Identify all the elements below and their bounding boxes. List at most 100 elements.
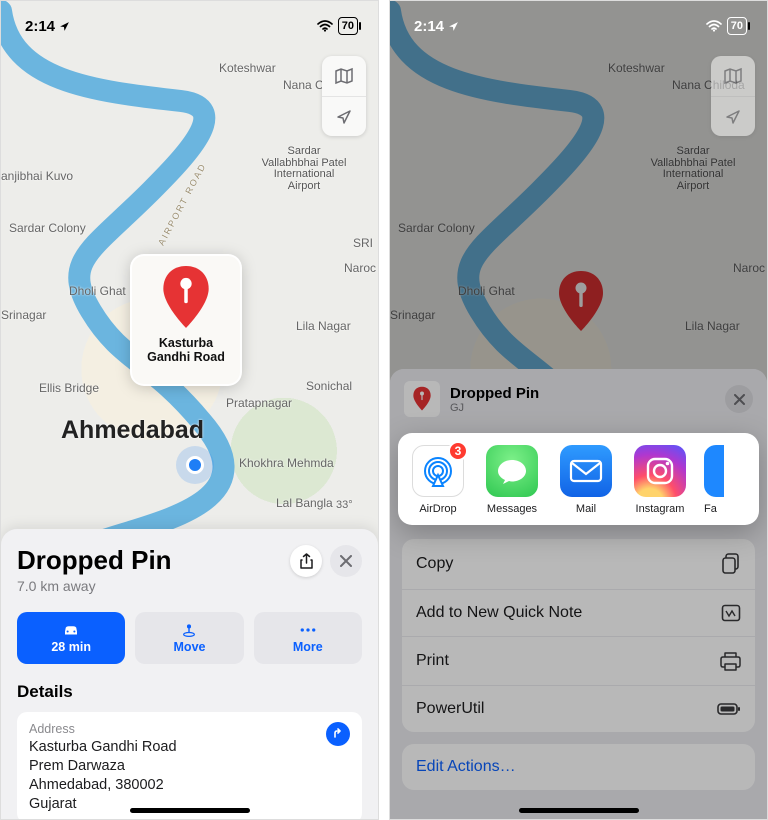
share-app-row[interactable]: 3 AirDrop Messages Mail [398, 433, 759, 525]
town-naroc: Naroc [344, 261, 376, 275]
quick-note-icon [721, 604, 741, 622]
map-mode-button[interactable] [711, 56, 755, 96]
app-label: Mail [576, 503, 596, 515]
share-sheet[interactable]: Dropped Pin GJ 3 AirDrop [390, 369, 767, 819]
app-label: AirDrop [419, 503, 456, 515]
print-icon [720, 651, 741, 671]
place-header: Dropped Pin 7.0 km away [17, 545, 362, 594]
wifi-icon [317, 20, 333, 32]
battery-icon [717, 702, 741, 716]
share-action-list: Copy Add to New Quick Note Print PowerUt… [402, 539, 755, 732]
more-label: More [293, 640, 323, 654]
share-app-instagram[interactable]: Instagram [630, 445, 690, 515]
car-icon [62, 622, 80, 638]
screenshot-pair: Ahmedabad Sardar Vallabhbhai Patel Inter… [0, 0, 768, 820]
pin-icon [555, 269, 607, 335]
share-close-button[interactable] [725, 385, 753, 413]
more-icon [299, 622, 317, 638]
share-thumbnail [404, 381, 440, 417]
share-app-partial[interactable]: Fa [704, 445, 724, 515]
town-lila: Lila Nagar [296, 319, 351, 333]
directions-inline-button[interactable] [326, 722, 350, 746]
address-text: Kasturba Gandhi Road Prem Darwaza Ahmeda… [29, 738, 177, 813]
action-label: Copy [416, 555, 453, 573]
action-powerutil[interactable]: PowerUtil [402, 685, 755, 732]
map-controls [711, 56, 755, 136]
edit-actions-button[interactable]: Edit Actions… [402, 744, 755, 790]
location-arrow-icon [724, 108, 742, 126]
move-pin-button[interactable]: Move [135, 612, 243, 664]
pin-thumbnail-card[interactable]: KasturbaGandhi Road [132, 256, 240, 384]
action-label: Add to New Quick Note [416, 604, 582, 622]
town-sri: SRI [353, 236, 373, 250]
move-label: Move [174, 640, 206, 654]
address-label: Address [29, 722, 177, 736]
share-title: Dropped Pin [450, 385, 539, 402]
town-sardar-colony: Sardar Colony [9, 221, 86, 235]
action-quick-note[interactable]: Add to New Quick Note [402, 589, 755, 636]
status-bar: 2:14 70 [1, 1, 378, 43]
status-time: 2:14 [25, 18, 70, 35]
more-button[interactable]: More [254, 612, 362, 664]
town-naroc: Naroc [733, 261, 765, 275]
messages-icon [495, 456, 529, 486]
location-services-icon [59, 21, 70, 32]
directions-button[interactable]: 28 min [17, 612, 125, 664]
town-koteshwar: Koteshwar [219, 61, 276, 75]
town-dholi: Dholi Ghat [69, 284, 126, 298]
instagram-icon [643, 454, 677, 488]
town-anjibhai: anjibhai Kuvo [1, 169, 73, 183]
status-bar: 2:14 70 [390, 1, 767, 43]
details-heading: Details [17, 682, 362, 702]
copy-icon [721, 553, 741, 575]
place-distance: 7.0 km away [17, 578, 172, 594]
locate-me-button[interactable] [711, 96, 755, 136]
map-icon [723, 67, 743, 85]
battery-indicator: 70 [727, 17, 747, 35]
locate-me-button[interactable] [322, 96, 366, 136]
share-subtitle: GJ [450, 402, 539, 414]
temperature-label: 33° [336, 499, 353, 511]
close-icon [734, 394, 745, 405]
wifi-icon [706, 20, 722, 32]
close-button[interactable] [330, 545, 362, 577]
status-time: 2:14 [414, 18, 459, 35]
action-copy[interactable]: Copy [402, 539, 755, 589]
phone-right: Sardar Vallabhbhai Patel International A… [389, 0, 768, 820]
close-icon [340, 555, 352, 567]
action-print[interactable]: Print [402, 636, 755, 685]
town-koteshwar: Koteshwar [608, 61, 665, 75]
share-header: Dropped Pin GJ [390, 369, 767, 429]
map-controls [322, 56, 366, 136]
action-label: Print [416, 652, 449, 670]
place-card[interactable]: Dropped Pin 7.0 km away 28 min [1, 529, 378, 819]
share-app-messages[interactable]: Messages [482, 445, 542, 515]
user-location-dot [186, 456, 204, 474]
phone-left: Ahmedabad Sardar Vallabhbhai Patel Inter… [0, 0, 379, 820]
share-app-airdrop[interactable]: 3 AirDrop [408, 445, 468, 515]
app-label: Instagram [636, 503, 685, 515]
share-button[interactable] [290, 545, 322, 577]
status-right: 70 [317, 17, 358, 35]
town-sonichal: Sonichal [306, 379, 352, 393]
share-app-mail[interactable]: Mail [556, 445, 616, 515]
mail-icon [568, 458, 604, 484]
map-mode-button[interactable] [322, 56, 366, 96]
location-arrow-icon [335, 108, 353, 126]
status-right: 70 [706, 17, 747, 35]
town-srinagar: Srinagar [1, 308, 46, 322]
map-icon [334, 67, 354, 85]
town-dholi: Dholi Ghat [458, 284, 515, 298]
home-indicator[interactable] [519, 808, 639, 813]
town-khokhra: Khokhra Mehmda [239, 456, 334, 470]
move-pin-icon [180, 622, 198, 638]
home-indicator[interactable] [130, 808, 250, 813]
airport-label: Sardar Vallabhbhai Patel International A… [648, 146, 738, 192]
place-action-row: 28 min Move More [17, 612, 362, 664]
town-ellis: Ellis Bridge [39, 381, 99, 395]
address-card[interactable]: Address Kasturba Gandhi Road Prem Darwaz… [17, 712, 362, 820]
action-label: PowerUtil [416, 700, 484, 718]
airport-label: Sardar Vallabhbhai Patel International A… [259, 146, 349, 192]
town-lalbangla: Lal Bangla [276, 496, 333, 510]
town-pratap: Pratapnagar [226, 396, 292, 410]
